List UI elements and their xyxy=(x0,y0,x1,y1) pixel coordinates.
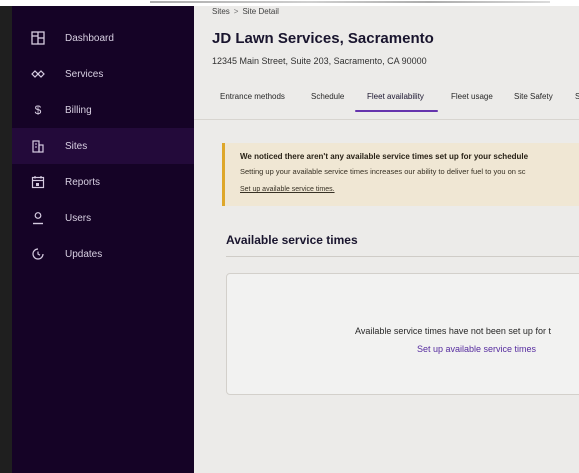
tab-bar: Entrance methods Schedule Fleet availabi… xyxy=(212,92,579,114)
alert-title: We noticed there aren't any available se… xyxy=(240,152,529,161)
sidebar-item-label: Billing xyxy=(65,104,92,116)
sidebar-item-users[interactable]: Users xyxy=(12,200,194,236)
site-address: 12345 Main Street, Suite 203, Sacramento… xyxy=(212,56,427,66)
dollar-icon: $ xyxy=(34,103,42,117)
section-divider xyxy=(226,256,579,257)
sidebar-item-services[interactable]: Services xyxy=(12,56,194,92)
tabs-divider xyxy=(194,119,579,120)
calendar-report-icon xyxy=(30,174,46,190)
services-icon xyxy=(30,66,46,82)
tab-overflow[interactable]: S xyxy=(575,92,579,101)
sidebar-item-label: Services xyxy=(65,68,104,80)
tab-schedule[interactable]: Schedule xyxy=(311,92,344,101)
tab-fleet-availability[interactable]: Fleet availability xyxy=(367,92,424,101)
sidebar-item-dashboard[interactable]: Dashboard xyxy=(12,20,194,56)
empty-state-card: Available service times have not been se… xyxy=(226,273,579,395)
breadcrumb-current: Site Detail xyxy=(242,7,279,16)
alert-body: Setting up your available service times … xyxy=(240,167,526,176)
warning-alert: We noticed there aren't any available se… xyxy=(222,143,579,206)
sidebar-item-updates[interactable]: Updates xyxy=(12,236,194,272)
setup-service-times-link[interactable]: Set up available service times xyxy=(417,344,536,354)
sidebar-item-label: Sites xyxy=(65,140,88,152)
page-title: JD Lawn Services, Sacramento xyxy=(212,30,434,47)
sidebar-item-sites[interactable]: Sites xyxy=(12,128,194,164)
user-icon xyxy=(30,210,46,226)
sidebar-item-label: Dashboard xyxy=(65,32,114,44)
sidebar-item-label: Reports xyxy=(65,176,101,188)
tab-site-safety[interactable]: Site Safety xyxy=(514,92,553,101)
sidebar-item-billing[interactable]: $ Billing xyxy=(12,92,194,128)
top-edge-line xyxy=(150,1,550,3)
sidebar-item-reports[interactable]: Reports xyxy=(12,164,194,200)
dashboard-icon xyxy=(30,30,46,46)
breadcrumb: Sites > Site Detail xyxy=(212,7,279,16)
empty-state-text: Available service times have not been se… xyxy=(355,326,551,336)
active-tab-indicator xyxy=(355,110,438,112)
breadcrumb-separator: > xyxy=(233,7,239,16)
sidebar-item-label: Users xyxy=(65,212,92,224)
tab-entrance-methods[interactable]: Entrance methods xyxy=(220,92,285,101)
breadcrumb-sites-link[interactable]: Sites xyxy=(212,7,230,16)
main-content: Sites > Site Detail JD Lawn Services, Sacr… xyxy=(194,6,579,473)
section-title: Available service times xyxy=(226,233,358,247)
building-icon xyxy=(30,138,46,154)
clock-icon xyxy=(30,246,46,262)
sidebar-item-label: Updates xyxy=(65,248,103,260)
alert-setup-link[interactable]: Set up available service times. xyxy=(240,186,335,193)
sidebar: Dashboard Services $ Billing Sites Repor… xyxy=(12,6,194,473)
tab-fleet-usage[interactable]: Fleet usage xyxy=(451,92,493,101)
